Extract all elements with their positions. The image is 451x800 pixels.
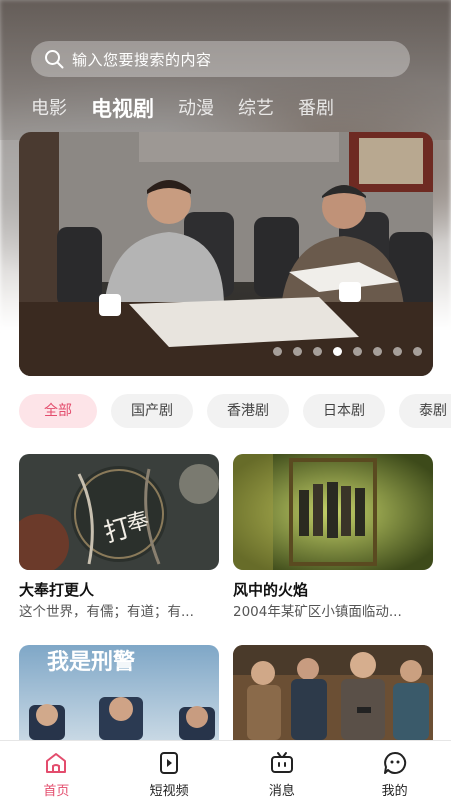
carousel-indicator — [273, 347, 433, 356]
carousel-dot[interactable] — [293, 347, 302, 356]
category-tabs: 电影 电视剧 动漫 综艺 番剧 — [31, 92, 358, 122]
tab-variety[interactable]: 综艺 — [238, 96, 274, 122]
carousel-dot[interactable] — [393, 347, 402, 356]
carousel-dot[interactable] — [413, 347, 422, 356]
nav-short-video-label: 短视频 — [149, 784, 189, 799]
poster-title-text: 我是刑警 — [47, 650, 135, 675]
tab-bangumi[interactable]: 番剧 — [298, 96, 334, 122]
home-icon — [46, 753, 67, 773]
poster-image: 我是刑警 — [19, 645, 219, 740]
short-video-icon — [160, 752, 179, 774]
show-card[interactable]: 风中的火焰 2004年某矿区小镇面临动... — [233, 454, 433, 622]
carousel-dot[interactable] — [273, 347, 282, 356]
show-description: 这个世界，有儒；有道；有... — [19, 604, 194, 620]
tab-movie[interactable]: 电影 — [31, 96, 67, 122]
nav-profile[interactable]: 我的 — [338, 741, 451, 800]
nav-message-label: 消息 — [268, 784, 295, 799]
show-card[interactable] — [233, 645, 433, 740]
chip-hongkong[interactable]: 香港剧 — [207, 394, 289, 428]
nav-home-label: 首页 — [43, 784, 70, 799]
show-description: 2004年某矿区小镇面临动... — [233, 604, 402, 620]
bottom-navigation: 首页 短视频 消息 我的 — [0, 740, 451, 800]
poster-image — [233, 454, 433, 570]
banner-image — [19, 132, 433, 376]
show-title: 大奉打更人 — [19, 581, 95, 599]
banner-carousel[interactable] — [19, 132, 433, 376]
chip-japan[interactable]: 日本剧 — [303, 394, 385, 428]
chip-thai[interactable]: 泰剧 — [399, 394, 451, 428]
chip-mainland[interactable]: 国产剧 — [111, 394, 193, 428]
nav-short-video[interactable]: 短视频 — [113, 741, 226, 800]
show-title: 风中的火焰 — [233, 581, 309, 599]
show-poster[interactable]: 打 奉 — [19, 454, 219, 570]
show-poster[interactable] — [233, 645, 433, 740]
search-icon — [45, 50, 64, 69]
search-placeholder: 输入您要搜索的内容 — [72, 50, 212, 69]
carousel-dot[interactable] — [373, 347, 382, 356]
search-bar[interactable]: 输入您要搜索的内容 — [31, 41, 410, 77]
tab-anime[interactable]: 动漫 — [178, 96, 214, 122]
profile-icon — [383, 751, 406, 774]
nav-profile-label: 我的 — [381, 784, 408, 799]
poster-image — [233, 645, 433, 740]
genre-filter: 全部 国产剧 香港剧 日本剧 泰剧 — [19, 394, 451, 430]
show-card[interactable]: 我是刑警 — [19, 645, 219, 740]
tab-tv-series[interactable]: 电视剧 — [91, 96, 154, 122]
message-icon — [270, 752, 293, 773]
nav-home[interactable]: 首页 — [0, 741, 113, 800]
show-poster[interactable]: 我是刑警 — [19, 645, 219, 740]
carousel-dot[interactable] — [353, 347, 362, 356]
chip-all[interactable]: 全部 — [19, 394, 97, 428]
show-card[interactable]: 打 奉 大奉打更人 这个世界，有儒；有道；有... — [19, 454, 219, 622]
carousel-dot[interactable] — [333, 347, 342, 356]
poster-image: 打 奉 — [19, 454, 219, 570]
nav-message[interactable]: 消息 — [226, 741, 339, 800]
show-poster[interactable] — [233, 454, 433, 570]
carousel-dot[interactable] — [313, 347, 322, 356]
